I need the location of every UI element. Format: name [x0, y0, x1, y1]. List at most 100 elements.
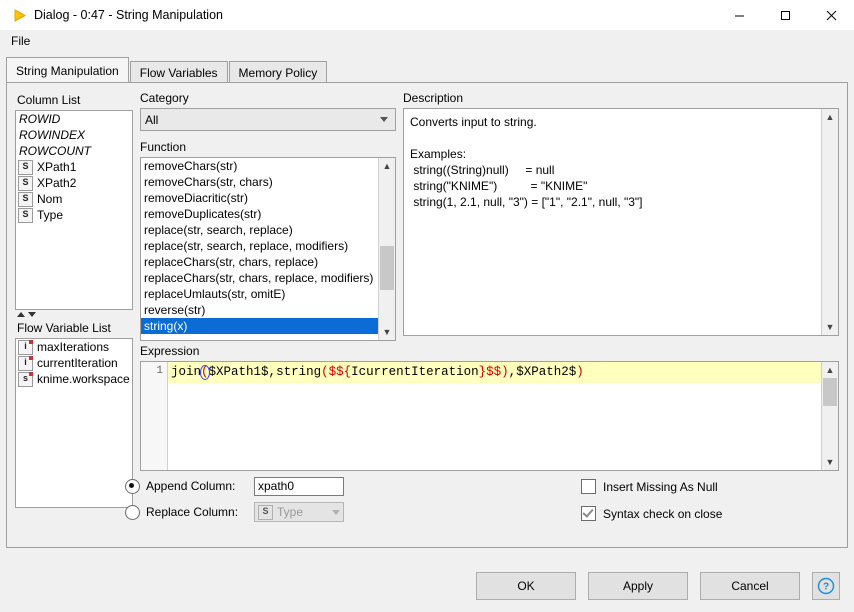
append-column-row[interactable]: Append Column: xpath0 [125, 473, 344, 499]
list-item[interactable]: ROWCOUNT [16, 143, 132, 159]
tab-strip: String Manipulation Flow Variables Memor… [0, 57, 854, 83]
list-item[interactable]: S Nom [16, 191, 132, 207]
string-type-icon: S [18, 191, 33, 207]
list-item[interactable]: ROWINDEX [16, 127, 132, 143]
token-variable-name: IcurrentIteration [351, 365, 479, 379]
function-item[interactable]: removeDuplicates(str) [141, 206, 378, 222]
function-list-items: removeChars(str) removeChars(str, chars)… [141, 158, 378, 340]
list-item[interactable]: S Type [16, 207, 132, 223]
minimize-button[interactable] [716, 0, 762, 30]
function-item[interactable]: replaceChars(str, chars, replace, modifi… [141, 270, 378, 286]
replace-column-value: Type [277, 505, 304, 519]
column-label: XPath2 [37, 176, 77, 190]
append-column-radio[interactable] [125, 478, 140, 494]
scroll-down-icon[interactable]: ▼ [822, 319, 838, 335]
syntax-check-checkbox[interactable] [581, 506, 596, 521]
list-item[interactable]: ROWID [16, 111, 132, 127]
append-column-input[interactable]: xpath0 [254, 476, 344, 496]
column-label: Type [37, 208, 64, 222]
string-type-icon: S [258, 504, 273, 520]
flow-variable-list[interactable]: i maxIterations i currentIteration s knime.… [15, 338, 133, 508]
scroll-down-icon[interactable]: ▼ [822, 454, 838, 470]
function-list-scrollbar[interactable]: ▲ ▼ [378, 158, 395, 340]
function-item[interactable]: replace(str, search, replace, modifiers) [141, 238, 378, 254]
scrollbar-thumb[interactable] [823, 378, 837, 406]
menu-bar: File [0, 30, 854, 52]
function-item[interactable]: replaceChars(str, chars, replace) [141, 254, 378, 270]
close-button[interactable] [808, 0, 854, 30]
scroll-up-icon[interactable]: ▲ [379, 158, 395, 174]
string-variable-icon: s [18, 371, 33, 387]
description-label: Description [403, 91, 464, 105]
function-browser: Category All Function removeChars(str) r… [140, 91, 396, 341]
help-button[interactable]: ? [812, 572, 840, 600]
list-splitter-handle[interactable] [15, 310, 133, 319]
scroll-down-icon[interactable]: ▼ [379, 324, 395, 340]
category-value: All [145, 112, 159, 127]
ok-button[interactable]: OK [476, 572, 576, 600]
title-bar: Dialog - 0:47 - String Manipulation [0, 0, 854, 30]
category-dropdown[interactable]: All [140, 108, 396, 131]
token-string: string [276, 365, 322, 379]
function-item[interactable]: removeChars(str, chars) [141, 174, 378, 190]
string-type-icon: S [18, 159, 33, 175]
token-paren-open: ( [321, 365, 329, 379]
replace-column-radio[interactable] [125, 504, 140, 520]
chevron-down-icon [380, 117, 388, 122]
window-title: Dialog - 0:47 - String Manipulation [34, 8, 223, 22]
variable-label: knime.workspace [37, 372, 130, 386]
token-paren-close: ) [576, 365, 584, 379]
scroll-up-icon[interactable]: ▲ [822, 109, 838, 125]
scrollbar-thumb[interactable] [380, 246, 394, 290]
description-section: Description Converts input to string. Ex… [403, 91, 839, 336]
tab-string-manipulation[interactable]: String Manipulation [6, 57, 129, 82]
list-item[interactable]: S XPath1 [16, 159, 132, 175]
cancel-button[interactable]: Cancel [700, 572, 800, 600]
variable-label: currentIteration [37, 356, 118, 370]
column-list[interactable]: ROWID ROWINDEX ROWCOUNT S XPath1 S XPath2 … [15, 110, 133, 310]
list-item[interactable]: s knime.workspace [16, 371, 132, 387]
function-item[interactable]: removeChars(str) [141, 158, 378, 174]
window-controls [716, 0, 854, 30]
splitter-up-icon[interactable] [17, 312, 25, 317]
maximize-button[interactable] [762, 0, 808, 30]
expression-code-area[interactable]: join($XPath1$,string($${IcurrentIteratio… [168, 362, 821, 470]
append-column-label: Append Column: [146, 479, 236, 493]
splitter-down-icon[interactable] [28, 312, 36, 317]
list-item[interactable]: i currentIteration [16, 355, 132, 371]
scrollbar-track[interactable] [379, 174, 395, 324]
function-item[interactable]: replaceUmlauts(str, omitE) [141, 286, 378, 302]
integer-variable-icon: i [18, 339, 33, 355]
syntax-check-row[interactable]: Syntax check on close [581, 500, 722, 527]
insert-missing-as-null-checkbox[interactable] [581, 479, 596, 494]
token-variable-close: }$$ [478, 365, 502, 379]
scrollbar-track[interactable] [822, 378, 838, 454]
replace-column-label: Replace Column: [146, 505, 239, 519]
integer-variable-icon: i [18, 355, 33, 371]
list-item[interactable]: i maxIterations [16, 339, 132, 355]
expression-line[interactable]: join($XPath1$,string($${IcurrentIteratio… [168, 362, 821, 383]
tab-memory-policy[interactable]: Memory Policy [228, 61, 328, 83]
list-item[interactable]: S XPath2 [16, 175, 132, 191]
function-item[interactable]: replace(str, search, replace) [141, 222, 378, 238]
insert-missing-as-null-row[interactable]: Insert Missing As Null [581, 473, 722, 500]
variable-label: maxIterations [37, 340, 110, 354]
expression-scrollbar[interactable]: ▲ ▼ [821, 362, 838, 470]
column-label: XPath1 [37, 160, 77, 174]
token-column-xpath2: $XPath2$ [516, 365, 577, 379]
apply-button[interactable]: Apply [588, 572, 688, 600]
column-list-header: Column List [15, 91, 133, 110]
function-item-selected[interactable]: string(x) [141, 318, 378, 334]
function-item[interactable]: removeDiacritic(str) [141, 190, 378, 206]
scroll-up-icon[interactable]: ▲ [822, 362, 838, 378]
menu-item-file[interactable]: File [6, 32, 35, 50]
replace-column-row[interactable]: Replace Column: S Type [125, 499, 344, 525]
function-item[interactable]: reverse(str) [141, 302, 378, 318]
function-list[interactable]: removeChars(str) removeChars(str, chars)… [140, 157, 396, 341]
scrollbar-track[interactable] [822, 125, 838, 319]
expression-editor[interactable]: 1 join($XPath1$,string($${IcurrentIterat… [140, 361, 839, 471]
token-column-xpath1: $XPath1$ [208, 365, 269, 379]
string-type-icon: S [18, 175, 33, 191]
description-scrollbar[interactable]: ▲ ▼ [821, 109, 838, 335]
tab-flow-variables[interactable]: Flow Variables [129, 61, 228, 83]
